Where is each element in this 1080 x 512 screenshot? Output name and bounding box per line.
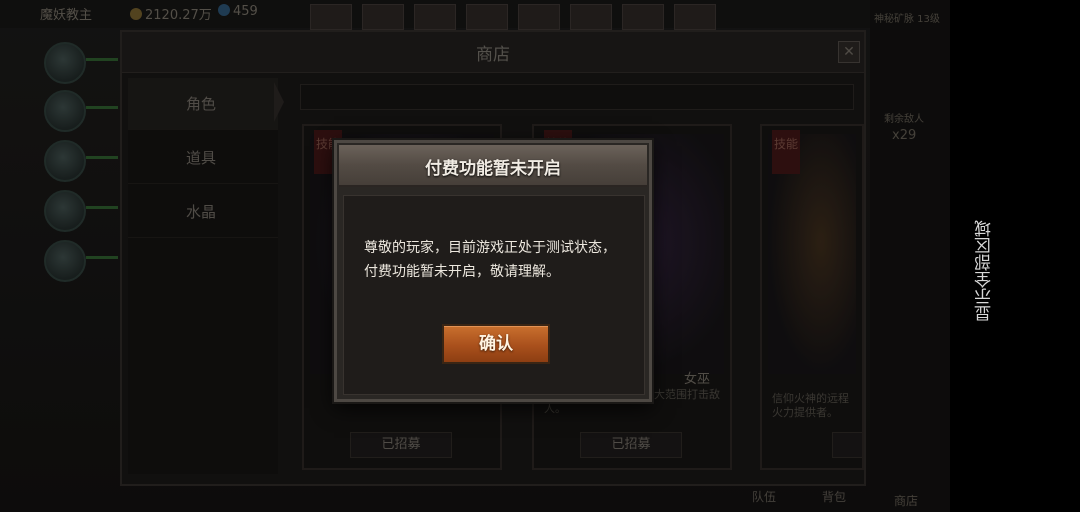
dialog-body: 尊敬的玩家，目前游戏正处于测试状态，付费功能暂未开启，敬请理解。 确认	[343, 195, 645, 395]
notice-dialog: 付费功能暂未开启 尊敬的玩家，目前游戏正处于测试状态，付费功能暂未开启，敬请理解…	[334, 140, 652, 402]
confirm-button[interactable]: 确认	[442, 324, 550, 364]
show-all-areas-label[interactable]: 显示全部区域	[972, 190, 1002, 322]
dialog-header: 付费功能暂未开启	[339, 145, 647, 187]
dialog-title: 付费功能暂未开启	[425, 159, 561, 179]
dialog-message: 尊敬的玩家，目前游戏正处于测试状态，付费功能暂未开启，敬请理解。	[364, 240, 616, 280]
